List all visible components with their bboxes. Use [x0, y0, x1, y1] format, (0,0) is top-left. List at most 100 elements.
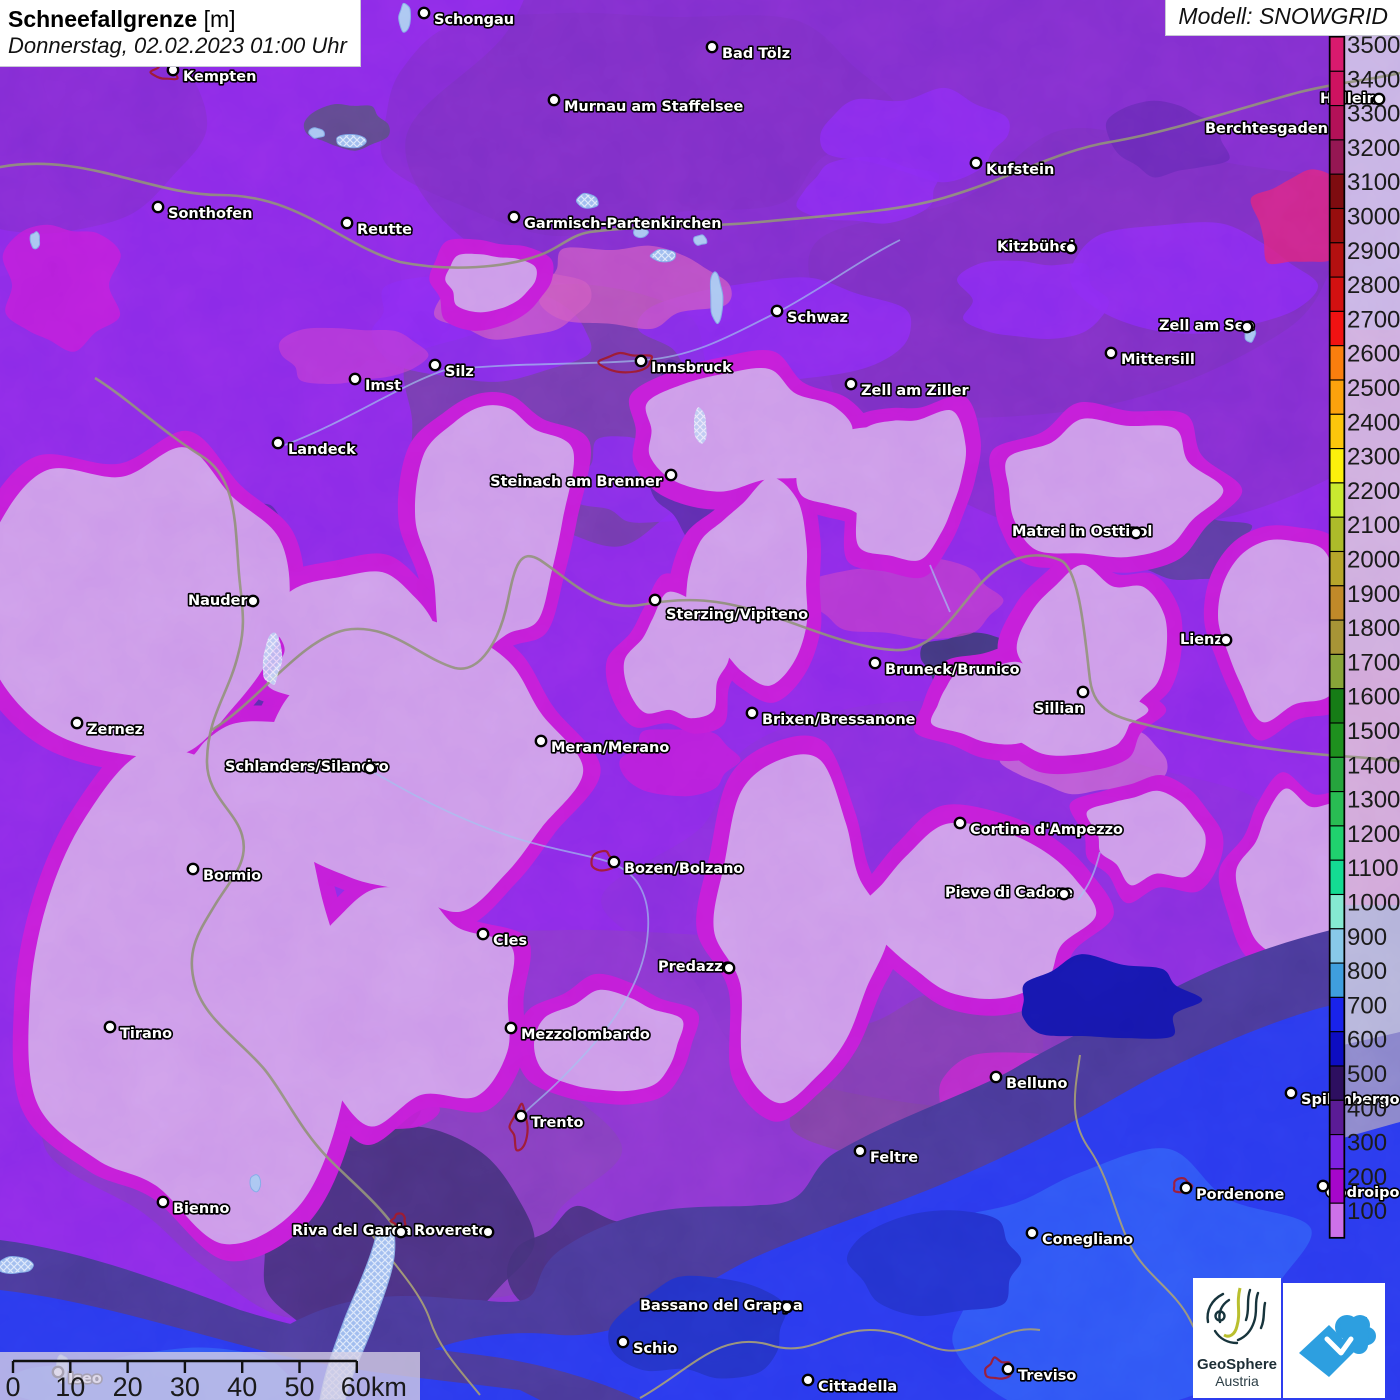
city-label: Feltre: [870, 1150, 918, 1166]
city-dot: [419, 8, 429, 18]
city-dot: [1003, 1364, 1013, 1374]
city-label: Bienno: [173, 1201, 230, 1217]
colorbar-tick-1100: 1100: [1347, 855, 1399, 882]
scale-label-60km: 60km: [341, 1372, 407, 1400]
city-zell-am-see: Zell am See: [1159, 318, 1255, 334]
city-dot: [707, 42, 717, 52]
city-dot: [273, 438, 283, 448]
city-label: Conegliano: [1042, 1232, 1133, 1248]
city-label: Predazzo: [658, 959, 733, 975]
city-dot: [350, 374, 360, 384]
scale-label-50: 50: [284, 1372, 314, 1400]
city-dot: [483, 1227, 493, 1237]
colorbar-segment-1900: [1330, 586, 1344, 620]
city-dot: [650, 595, 660, 605]
colorbar-tick-1400: 1400: [1347, 752, 1400, 779]
city-label: Landeck: [288, 442, 356, 458]
colorbar-segment-2200: [1330, 483, 1344, 517]
city-label: Kufstein: [986, 162, 1054, 178]
city-dot: [153, 202, 163, 212]
city-dot: [955, 818, 965, 828]
city-dot: [342, 218, 352, 228]
colorbar-segment-3300: [1330, 106, 1344, 140]
city-dot: [430, 360, 440, 370]
city-label: Berchtesgaden: [1205, 121, 1328, 137]
city-dot: [158, 1197, 168, 1207]
colorbar-tick-2800: 2800: [1347, 272, 1400, 299]
city-label: Sterzing/Vipiteno: [666, 607, 808, 623]
colorbar-segment-2300: [1330, 449, 1344, 483]
city-dot: [724, 963, 734, 973]
partner-logo-box: [1283, 1283, 1385, 1398]
colorbar-tick-1200: 1200: [1347, 821, 1400, 848]
colorbar-segment-1300: [1330, 792, 1344, 826]
colorbar-tick-3200: 3200: [1347, 135, 1400, 162]
colorbar-tick-3100: 3100: [1347, 169, 1400, 196]
colorbar-segment-2600: [1330, 346, 1344, 380]
city-dot: [747, 708, 757, 718]
city-label: Mittersill: [1121, 352, 1195, 368]
city-dot: [1131, 528, 1141, 538]
colorbar-tick-2700: 2700: [1347, 306, 1400, 333]
city-label: Steinach am Brenner: [490, 474, 663, 490]
city-label: Pordenone: [1196, 1187, 1285, 1203]
colorbar-segment-100: [1330, 1203, 1344, 1237]
city-label: Belluno: [1006, 1076, 1067, 1092]
city-dot: [536, 736, 546, 746]
city-label: Bormio: [203, 868, 261, 884]
city-dot: [105, 1022, 115, 1032]
colorbar-segment-3200: [1330, 140, 1344, 174]
city-label: Lienz: [1180, 632, 1223, 648]
colorbar-tick-400: 400: [1347, 1095, 1387, 1122]
city-label: Zernez: [87, 722, 143, 738]
city-dot: [666, 470, 676, 480]
colorbar-tick-800: 800: [1347, 958, 1387, 985]
city-dot: [1078, 687, 1088, 697]
colorbar-segment-400: [1330, 1100, 1344, 1134]
city-dot: [782, 1302, 792, 1312]
colorbar-segment-1800: [1330, 620, 1344, 654]
city-label: Cittadella: [818, 1379, 897, 1395]
colorbar-tick-1700: 1700: [1347, 649, 1400, 676]
city-label: Mezzolombardo: [521, 1027, 650, 1043]
city-rovereto: Rovereto: [414, 1223, 493, 1239]
colorbar-tick-2100: 2100: [1347, 512, 1400, 539]
colorbar-tick-2300: 2300: [1347, 444, 1400, 471]
weather-map: SchongauBad TölzKemptenMurnau am Staffel…: [0, 0, 1400, 1400]
colorbar-tick-2500: 2500: [1347, 375, 1400, 402]
colorbar-segment-3400: [1330, 71, 1344, 105]
map-title-box: Schneefallgrenze [m] Donnerstag, 02.02.2…: [0, 0, 361, 67]
city-bassano-del-grappa: Bassano del Grappa: [640, 1298, 803, 1314]
colorbar-tick-100: 100: [1347, 1198, 1387, 1225]
colorbar-tick-2600: 2600: [1347, 341, 1400, 368]
colorbar-tick-3300: 3300: [1347, 101, 1400, 128]
city-label: Schio: [633, 1341, 677, 1357]
geosphere-swirl-icon: [1193, 1278, 1281, 1358]
city-dot: [1106, 348, 1116, 358]
colorbar-segment-500: [1330, 1066, 1344, 1100]
city-label: Bozen/Bolzano: [624, 861, 743, 877]
city-berchtesgaden: Berchtesgaden: [1205, 121, 1328, 137]
city-dot: [188, 864, 198, 874]
city-dot: [478, 929, 488, 939]
colorbar-segment-3100: [1330, 174, 1344, 208]
colorbar-segment-1600: [1330, 689, 1344, 723]
city-label: Cortina d'Ampezzo: [970, 822, 1123, 838]
city-dot: [516, 1111, 526, 1121]
geosphere-austria-logo: GeoSphere Austria: [1193, 1278, 1281, 1398]
colorbar-segment-3500: [1330, 37, 1344, 71]
colorbar-tick-600: 600: [1347, 1027, 1387, 1054]
city-dot: [1059, 889, 1069, 899]
city-dot: [1242, 322, 1252, 332]
colorbar-tick-2200: 2200: [1347, 478, 1400, 505]
city-dot: [636, 356, 646, 366]
city-label: Garmisch-Partenkirchen: [524, 216, 722, 232]
colorbar-segment-2000: [1330, 552, 1344, 586]
city-dot: [1286, 1088, 1296, 1098]
city-label: Reutte: [357, 222, 412, 238]
colorbar-tick-700: 700: [1347, 992, 1387, 1019]
colorbar-tick-1800: 1800: [1347, 615, 1400, 642]
colorbar-tick-1300: 1300: [1347, 787, 1400, 814]
colorbar-segment-3000: [1330, 209, 1344, 243]
city-dot: [509, 212, 519, 222]
